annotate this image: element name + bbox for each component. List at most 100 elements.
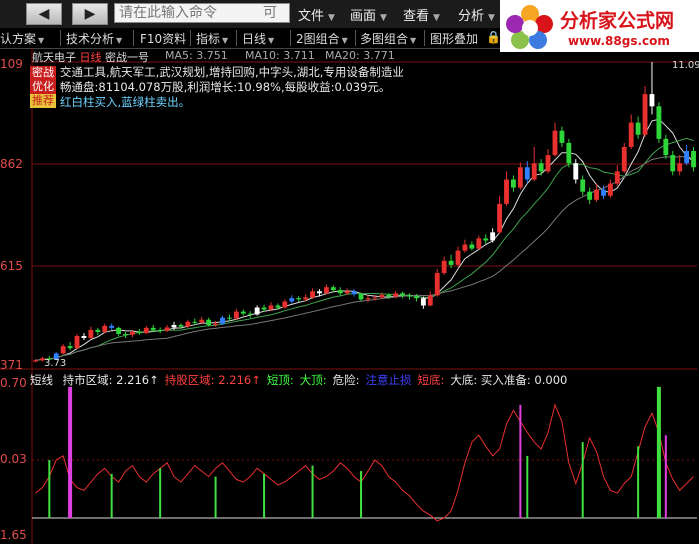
candle-body (393, 293, 399, 297)
ma5-line (35, 118, 694, 361)
candle-body (434, 272, 440, 296)
candle-body (81, 335, 87, 339)
candle-body (642, 94, 648, 135)
candle-body (365, 298, 371, 300)
candle-body (524, 167, 530, 180)
candle-body (150, 327, 156, 330)
candle-body (379, 294, 385, 298)
candle-body (545, 155, 551, 172)
candle-body (247, 313, 253, 315)
indicator-item-5: 注意止损 (365, 373, 412, 387)
candle-body (517, 167, 523, 188)
candle-body (233, 311, 239, 319)
ma5-label: MA5: 3.751 (165, 49, 228, 62)
candle-body (628, 122, 634, 147)
indicator-item-7: 大底: 买入准备: 0.000 (450, 373, 568, 387)
candle-body (213, 323, 218, 326)
formula-name: 密战一号 (105, 51, 149, 64)
ma10-label: MA10: 3.711 (245, 49, 315, 62)
candle-body (178, 325, 184, 327)
candle-body (587, 191, 593, 200)
stock-name: 航天电子 (32, 51, 76, 64)
chart-title: 航天电子 日线 密战一号 (32, 49, 149, 65)
candle-body (95, 329, 101, 332)
candle-body (448, 260, 454, 265)
candle-body (109, 325, 115, 328)
candle-body (310, 291, 315, 298)
candle-body (344, 291, 350, 294)
high-price-label: 11.09 (672, 60, 699, 71)
candle-body (199, 319, 205, 323)
indicator-line (35, 403, 694, 522)
candle-body (663, 138, 669, 156)
candle-body (296, 298, 302, 300)
indicator-item-6: 短底: (417, 373, 445, 387)
candle-body (469, 244, 475, 249)
candle-body (372, 297, 378, 299)
candle-body (400, 293, 406, 296)
candle-body (497, 203, 503, 233)
candle-body (691, 151, 696, 168)
candle-body (171, 325, 177, 328)
candle-body (88, 329, 94, 339)
candle-body (317, 291, 322, 294)
candle-body (594, 189, 599, 200)
ind-y-top: 0.70 (0, 376, 27, 390)
candle-body (386, 294, 392, 297)
y-label-3: 615 (0, 259, 23, 273)
candle-body (268, 305, 274, 310)
indicator-name: 短线 (30, 373, 53, 387)
indicator-item-0: 持市区域: 2.216↑ (62, 373, 159, 387)
candle-body (164, 327, 170, 331)
candle-body (559, 130, 565, 143)
candle-body (130, 331, 135, 335)
candle-body (573, 163, 579, 180)
candle-body (407, 295, 412, 297)
candle-body (566, 142, 572, 164)
y-label-bottom: 371 (0, 358, 23, 372)
candle-body (483, 238, 489, 241)
indicator-item-4: 危险: (332, 373, 360, 387)
ma20-label: MA20: 3.771 (325, 49, 395, 62)
candle-body (123, 333, 128, 335)
signal-hint-line: 红白柱买入,蓝绿柱卖出。 (60, 95, 191, 109)
candle-body (157, 329, 163, 331)
candle-body (226, 317, 232, 319)
candle-body (220, 317, 225, 324)
candle-body (136, 331, 142, 334)
indicator-item-2: 短顶: (266, 373, 294, 387)
candle-body (441, 260, 447, 273)
candle-body (614, 171, 620, 184)
candle-body (490, 232, 496, 241)
candle-body (635, 122, 641, 135)
candle-body (289, 298, 295, 302)
candle-body (102, 325, 108, 332)
candle-body (601, 189, 606, 196)
ind-y-mid: 0.03 (0, 452, 27, 466)
ind-y-bottom: 1.65 (0, 528, 27, 542)
candle-body (337, 290, 343, 294)
candle-body (552, 130, 558, 156)
badge-optimized: 优化 (30, 80, 56, 94)
indicator-item-1: 持股区域: 2.216↑ (164, 373, 261, 387)
candle-body (261, 307, 267, 310)
candle-body (427, 295, 433, 306)
candle-body (67, 346, 73, 349)
candle-body (323, 287, 329, 294)
badge-recommend: 推荐 (30, 94, 56, 108)
candle-body (60, 346, 66, 354)
candle-body (414, 296, 419, 299)
candle-body (240, 311, 246, 314)
candle-body (504, 179, 509, 204)
badge-mizhan: 密战 (30, 66, 56, 80)
period-label: 日线 (79, 51, 102, 64)
candle-body (358, 294, 364, 300)
shares-line: 畅通盘:81104.078万股,利润增长:10.98%,每股收益:0.039元。 (60, 80, 391, 94)
candle-body (420, 298, 426, 306)
candle-body (621, 146, 627, 172)
candle-body (538, 163, 544, 172)
ma20-line (35, 156, 694, 361)
candle-body (531, 163, 537, 180)
ma10-line (35, 137, 694, 361)
candle-body (656, 106, 662, 139)
